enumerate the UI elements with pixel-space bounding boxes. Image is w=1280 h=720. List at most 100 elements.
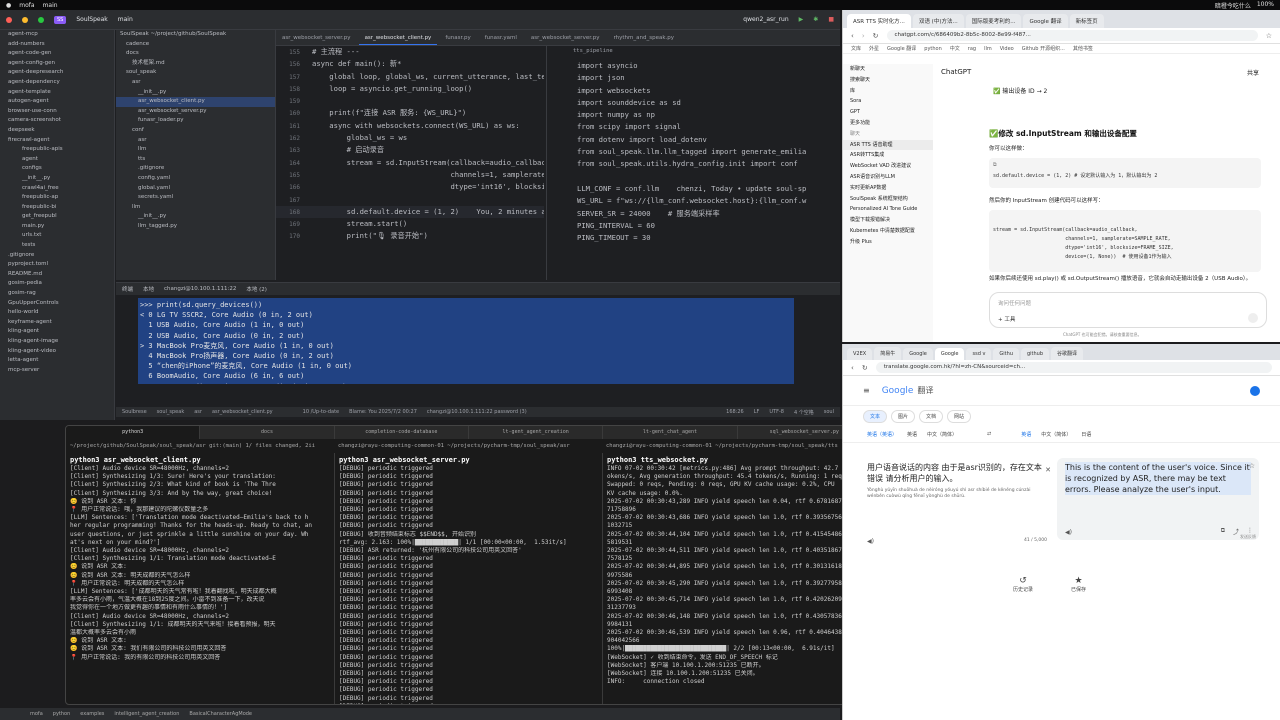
tree-item[interactable]: asr	[116, 78, 275, 88]
tgt-lang-1[interactable]: 中文（简体）	[1041, 431, 1071, 438]
branch-selector[interactable]: main	[118, 16, 133, 23]
breadcrumb-item[interactable]: BasicalCharacterAgMode	[189, 711, 252, 717]
project-list-item[interactable]: freepublic-ap	[0, 193, 114, 203]
project-list-item[interactable]: freepublic-bi	[0, 203, 114, 213]
code-text[interactable]: global loop, global_ws, current_utteranc…	[312, 72, 544, 81]
code-line[interactable]: WS_URL = f"ws://{llm_conf.websocket.host…	[547, 195, 840, 207]
model-selector[interactable]: ChatGPT	[941, 68, 971, 76]
sidebar-item[interactable]: 实时更新AP数据	[843, 183, 933, 194]
code-line[interactable]: LLM_CONF = conf.llm chenzi, Today • upda…	[547, 183, 840, 195]
code-text[interactable]: async def main(): 新*	[312, 59, 401, 68]
editor-tab[interactable]: asr_websocket_server.py	[276, 30, 357, 45]
terminal-tab-1[interactable]: 本地	[143, 285, 154, 293]
browser-tab[interactable]: 双语 (中)方法...	[912, 14, 964, 28]
bookmark[interactable]: llm	[984, 46, 992, 52]
status-item[interactable]: 168:26	[726, 409, 744, 415]
browser-tab[interactable]: ssd v	[966, 348, 992, 360]
project-list-item[interactable]: README.md	[0, 270, 114, 280]
menubar-app[interactable]: mofa	[19, 2, 34, 9]
back-icon[interactable]: ‹	[851, 32, 854, 40]
sidebar-item[interactable]: ASR语音识别与LLM	[843, 172, 933, 183]
breadcrumb-item[interactable]: examples	[80, 711, 104, 717]
terminal-tab[interactable]: docs	[200, 426, 335, 439]
tree-item[interactable]: __init__.py	[116, 88, 275, 98]
browser-tab[interactable]: 简易牛	[874, 347, 902, 360]
breadcrumb-item[interactable]: python	[53, 711, 71, 717]
copy-icon[interactable]: ⧉	[1221, 527, 1225, 536]
mode-tab[interactable]: 图片	[891, 410, 916, 423]
status-item[interactable]: soul_speak	[157, 409, 185, 415]
bookmark[interactable]: 其他书签	[1073, 45, 1093, 52]
project-list-item[interactable]: gosim-rag	[0, 289, 114, 299]
project-list-item[interactable]: firecrawl-agent	[0, 136, 114, 146]
star-icon[interactable]: ☆	[1266, 32, 1272, 40]
project-list-item[interactable]: get_freepubl	[0, 212, 114, 222]
sidebar-item[interactable]: Sora	[843, 96, 933, 107]
project-list-item[interactable]: agent-config-gen	[0, 59, 114, 69]
sidebar-item[interactable]: ASR转TTS集成	[843, 150, 933, 161]
project-list-item[interactable]: gosim-pedia	[0, 279, 114, 289]
project-list-item[interactable]: mcp-server	[0, 366, 114, 376]
status-item[interactable]: asr	[194, 409, 202, 415]
status-item[interactable]: changzi@10.100.1.111:22 password (3)	[427, 409, 527, 415]
status-item[interactable]: UTF-8	[769, 409, 784, 415]
tree-item[interactable]: conf	[116, 126, 275, 136]
source-panel[interactable]: 用户语音说话的内容 由于是asr识别的，存在文本错误 请分析用户的输入。 Yòn…	[867, 462, 1051, 545]
zoom-icon[interactable]	[38, 16, 44, 23]
back-icon[interactable]: ‹	[851, 364, 854, 372]
editor-client[interactable]: 155 # 主流程 --- 156 async def main(): 新* 157 g…	[276, 46, 544, 280]
code-text[interactable]: global_ws = ws	[312, 133, 408, 142]
project-list-item[interactable]: camera-screenshot	[0, 116, 114, 126]
terminal-tab[interactable]: completion-code-database	[335, 426, 469, 439]
sidebar-item[interactable]: GPT	[843, 107, 933, 118]
project-list-item[interactable]: agent-template	[0, 88, 114, 98]
sidebar-item[interactable]: Kubernetes 中清楚数据配置	[843, 226, 933, 237]
chat-input-box[interactable]: 询问任何问题 + 工具	[989, 292, 1267, 328]
mode-tab[interactable]: 文本	[863, 410, 888, 423]
terminal-pane[interactable]: python3 asr_websocket_server.py [DEBUG] p…	[334, 453, 600, 704]
save-star-icon[interactable]: ☆	[1249, 462, 1255, 470]
code-text[interactable]: # 主流程 ---	[312, 47, 360, 56]
project-list-item[interactable]: kling-agent	[0, 327, 114, 337]
browser-tab[interactable]: V2EX	[847, 348, 873, 360]
share-button[interactable]: 共享	[1247, 68, 1259, 77]
browser-tab[interactable]: ASR TTS 实时化方...	[847, 14, 911, 28]
mode-tab[interactable]: 文档	[919, 410, 944, 423]
hamburger-icon[interactable]: ≡	[863, 386, 870, 395]
sidebar-item[interactable]: WebSocket VAD 改进建议	[843, 161, 933, 172]
browser-tab[interactable]: github	[1020, 348, 1050, 360]
status-item[interactable]: asr_websocket_client.py	[212, 409, 273, 415]
code-text[interactable]: channels=1, samplerate=SA	[312, 170, 544, 179]
code-text[interactable]: async with websockets.connect(WS_URL) as…	[312, 121, 519, 130]
project-list-item[interactable]: configs	[0, 164, 114, 174]
project-list-item[interactable]: main.py	[0, 222, 114, 232]
terminal-tab[interactable]: python3	[66, 426, 201, 439]
terminal-tab[interactable]: lt-gent_chat_agent	[603, 426, 738, 439]
code-text[interactable]: loop = asyncio.get_running_loop()	[312, 84, 472, 93]
close-icon[interactable]	[6, 16, 12, 23]
sidebar-item[interactable]: 模型下载报错解决	[843, 215, 933, 226]
minimize-icon[interactable]	[22, 16, 28, 23]
terminal-tab-2[interactable]: changzi@10.100.1.111:22	[164, 286, 236, 292]
code-text[interactable]: print("🎙 录音开始")	[312, 231, 428, 240]
project-list-item[interactable]: pyproject.toml	[0, 260, 114, 270]
project-list-item[interactable]: autogen-agent	[0, 97, 114, 107]
project-list-item[interactable]: kling-agent-video	[0, 347, 114, 357]
editor-tts-pipeline[interactable]: tts_pipeline import asyncio import json imp…	[546, 46, 840, 280]
sidebar-item[interactable]: 更多功能	[843, 118, 933, 129]
tree-item[interactable]: __init__.py	[116, 212, 275, 222]
code-line[interactable]: from dotenv import load_dotenv	[547, 134, 840, 146]
browser-tab[interactable]: Google	[903, 348, 933, 360]
code-text[interactable]: stream = sd.InputStream(callback=audio_c…	[312, 158, 544, 167]
src-lang-0[interactable]: 英语（英语）	[867, 431, 897, 438]
project-list-item[interactable]: GpuUpperControls	[0, 299, 114, 309]
project-list-item[interactable]: urls.txt	[0, 231, 114, 241]
mode-tab[interactable]: 网站	[947, 410, 972, 423]
voice-icon[interactable]	[1248, 313, 1258, 323]
code-line[interactable]	[547, 171, 840, 183]
code-line[interactable]: from soul_speak.utils.hydra_config.init …	[547, 158, 840, 170]
chat-input-placeholder[interactable]: 询问任何问题	[998, 299, 1031, 307]
target-speaker-icon[interactable]: ◀)	[1065, 529, 1072, 536]
project-list-item[interactable]: tests	[0, 241, 114, 251]
avatar[interactable]	[1250, 385, 1260, 396]
